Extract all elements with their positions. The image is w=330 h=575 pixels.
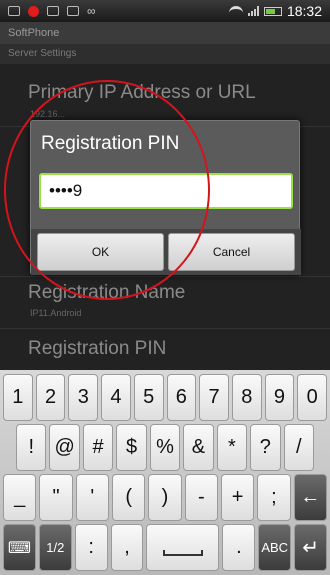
section-title: Server Settings [0,44,330,64]
keyboard-icon: ⌨ [7,539,31,557]
wifi-icon [228,6,243,16]
space-icon [162,549,203,556]
ok-button[interactable]: OK [37,233,164,271]
key-4[interactable]: 4 [101,374,131,421]
key-5[interactable]: 5 [133,374,164,421]
key-3[interactable]: 3 [68,374,99,421]
pref-registration-pin[interactable]: Registration PIN [28,338,166,360]
page-toggle-key[interactable]: 1/2 [38,524,72,571]
key-hash[interactable]: # [82,424,114,471]
signal-icon [247,6,259,16]
key-dollar[interactable]: $ [116,424,147,471]
key-close-paren[interactable]: ) [148,474,182,521]
key-1[interactable]: 1 [3,374,33,421]
keyboard-row-bottom: ⌨ 1/2 : , . ABC ↵ [2,524,328,571]
key-2[interactable]: 2 [35,374,66,421]
pin-input[interactable]: ••••9 [39,173,293,209]
key-at[interactable]: @ [49,424,80,471]
key-double-quote[interactable]: " [39,474,73,521]
key-underscore[interactable]: _ [3,474,37,521]
keyboard-row-symbols-2: _ " ' ( ) - + ; ← [2,474,328,521]
app-title: SoftPhone [0,22,330,44]
key-7[interactable]: 7 [199,374,229,421]
keyboard-row-numbers: 1 2 3 4 5 6 7 8 9 0 [2,374,328,421]
mail-icon [67,6,79,16]
key-ampersand[interactable]: & [183,424,214,471]
pref-registration-name[interactable]: Registration Name [28,282,185,304]
image-icon [47,6,59,16]
keyboard-row-symbols-1: ! @ # $ % & * ? / [2,424,328,471]
keyboard-settings-key[interactable]: ⌨ [3,524,36,571]
record-icon [28,5,39,17]
key-9[interactable]: 9 [264,374,295,421]
enter-key[interactable]: ↵ [294,524,327,571]
pref-primary-ip[interactable]: Primary IP Address or URL [28,82,256,104]
dialog-button-bar: OK Cancel [31,229,301,275]
clock: 18:32 [286,3,322,19]
cancel-button[interactable]: Cancel [168,233,295,271]
key-comma[interactable]: , [110,524,144,571]
soft-keyboard: 1 2 3 4 5 6 7 8 9 0 ! @ # $ % & * ? / _ … [0,370,330,575]
enter-icon: ↵ [302,537,319,559]
key-6[interactable]: 6 [166,374,197,421]
key-single-quote[interactable]: ' [75,474,109,521]
battery-icon [263,6,282,16]
key-period[interactable]: . [222,524,256,571]
pref-registration-name-summary: IP11.Android [30,308,82,318]
key-semicolon[interactable]: ; [257,474,291,521]
key-question[interactable]: ? [250,424,281,471]
key-plus[interactable]: + [220,474,255,521]
key-colon[interactable]: : [74,524,108,571]
backspace-icon: ← [300,486,321,508]
key-asterisk[interactable]: * [216,424,248,471]
key-exclamation[interactable]: ! [16,424,47,471]
key-open-paren[interactable]: ( [111,474,146,521]
infinity-icon: ∞ [87,4,96,18]
backspace-key[interactable]: ← [293,474,327,521]
registration-pin-dialog: Registration PIN ••••9 OK Cancel [30,120,301,275]
key-percent[interactable]: % [149,424,181,471]
divider [0,276,330,277]
space-key[interactable] [146,524,220,571]
key-0[interactable]: 0 [297,374,328,421]
status-bar: ∞ 18:32 [0,0,330,22]
divider [0,328,330,329]
key-slash[interactable]: / [283,424,314,471]
key-8[interactable]: 8 [231,374,262,421]
key-minus[interactable]: - [184,474,218,521]
abc-key[interactable]: ABC [258,524,292,571]
pref-primary-ip-summary: 192.16... [30,109,66,119]
notification-icon [8,6,20,16]
dialog-title: Registration PIN [41,133,180,154]
